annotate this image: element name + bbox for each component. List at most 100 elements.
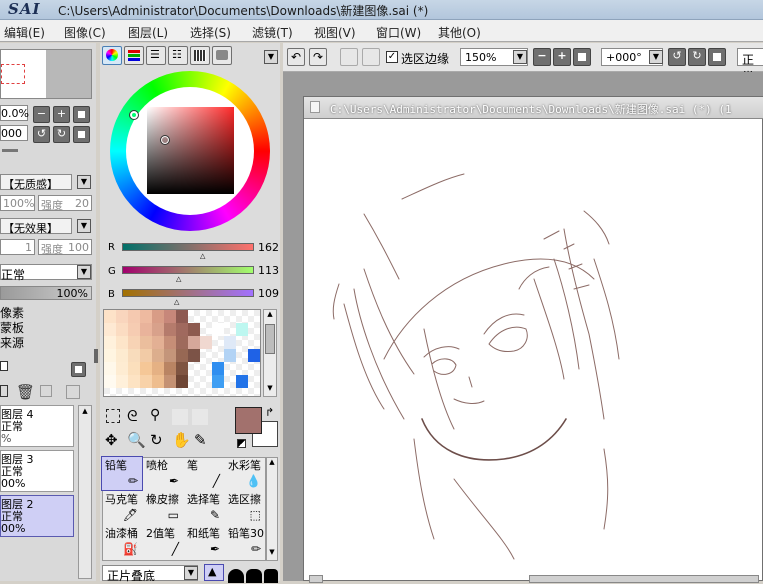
- color-wheel-tab[interactable]: [102, 46, 122, 65]
- menu-layer[interactable]: 图层(L): [128, 24, 168, 41]
- effect-strength-field[interactable]: 强度 100: [38, 239, 92, 256]
- rotate-cw-button[interactable]: ↻: [688, 48, 706, 66]
- option-pixel[interactable]: 像素: [0, 306, 24, 321]
- scratchpad-tab[interactable]: [212, 46, 232, 65]
- selection-edge-checkbox[interactable]: ✓: [386, 51, 398, 63]
- trash-icon[interactable]: 🗑: [16, 383, 35, 401]
- blue-slider-thumb[interactable]: △: [174, 298, 179, 306]
- swatch[interactable]: [164, 375, 176, 388]
- swatch[interactable]: [212, 375, 224, 388]
- zoom-reset-button[interactable]: [573, 48, 591, 66]
- nav-rotate-reset-button[interactable]: [73, 126, 90, 143]
- layer-scrollbar[interactable]: ▲: [78, 405, 92, 579]
- menu-other[interactable]: 其他(O): [438, 24, 481, 41]
- swatch[interactable]: [164, 349, 176, 362]
- brush-shape-triangle[interactable]: ▲: [204, 564, 224, 581]
- swatch-grid-tab[interactable]: [190, 46, 210, 65]
- swatch[interactable]: [164, 362, 176, 375]
- navigator-preview[interactable]: [0, 49, 92, 99]
- nav-zoom-in-button[interactable]: +: [53, 106, 70, 123]
- menu-select[interactable]: 选择(S): [190, 24, 231, 41]
- rotate-reset-button[interactable]: [708, 48, 726, 66]
- swatch[interactable]: [104, 375, 116, 388]
- swatch[interactable]: [200, 349, 212, 362]
- deselect-button[interactable]: [340, 48, 358, 66]
- swatch[interactable]: [128, 362, 140, 375]
- nav-rotate-left-button[interactable]: ↺: [33, 126, 50, 143]
- swatch[interactable]: [104, 362, 116, 375]
- menu-window[interactable]: 窗口(W): [376, 24, 421, 41]
- swatch[interactable]: [164, 310, 176, 323]
- lasso-icon[interactable]: ᘓ: [127, 407, 138, 425]
- swatch[interactable]: [116, 375, 128, 388]
- swatch[interactable]: [116, 349, 128, 362]
- swatch[interactable]: [236, 362, 248, 375]
- brush-tool-5[interactable]: 马克笔 🖊: [102, 491, 142, 524]
- rotate-icon[interactable]: ↻: [150, 431, 163, 449]
- h-scroll-thumb[interactable]: [529, 575, 759, 583]
- swatch[interactable]: [248, 362, 260, 375]
- swatch[interactable]: [200, 336, 212, 349]
- zoom-in-button[interactable]: +: [553, 48, 571, 66]
- layer-option-button[interactable]: [71, 362, 86, 377]
- redo-button[interactable]: ↷: [309, 48, 327, 66]
- swatch[interactable]: [140, 349, 152, 362]
- swatch[interactable]: [152, 375, 164, 388]
- swatch[interactable]: [236, 310, 248, 323]
- green-slider-thumb[interactable]: △: [176, 275, 181, 283]
- foreground-color-swatch[interactable]: [235, 407, 262, 434]
- brush-blend-dropdown-icon[interactable]: ▼: [184, 566, 198, 580]
- swatch[interactable]: [104, 349, 116, 362]
- swatch[interactable]: [224, 310, 236, 323]
- swap-colors-icon[interactable]: ↱: [265, 406, 274, 419]
- zoom-out-button[interactable]: −: [533, 48, 551, 66]
- swatch[interactable]: [248, 323, 260, 336]
- hand-icon[interactable]: ✋: [172, 431, 191, 449]
- swatch[interactable]: [176, 323, 188, 336]
- brush-tool-7[interactable]: 选择笔 ✎: [184, 491, 224, 524]
- brush-tool-9[interactable]: 油漆桶 ⛽: [102, 525, 142, 558]
- layer-opacity-slider[interactable]: 100%: [0, 286, 92, 300]
- swatch[interactable]: [248, 336, 260, 349]
- menu-view[interactable]: 视图(V): [314, 24, 356, 41]
- new-layer-icon[interactable]: [0, 385, 8, 397]
- brush-tool-8[interactable]: 选区擦 ⬚: [225, 491, 265, 524]
- nav-zoom-reset-button[interactable]: [73, 106, 90, 123]
- folder-icon[interactable]: [0, 361, 8, 371]
- menu-edit[interactable]: 编辑(E): [4, 24, 45, 41]
- rotate-ccw-button[interactable]: ↺: [668, 48, 686, 66]
- brush-tool-1[interactable]: 铅笔 ✏: [101, 456, 143, 491]
- brush-tool-2[interactable]: 喷枪 ✒: [143, 457, 183, 490]
- swatch[interactable]: [188, 336, 200, 349]
- swatch[interactable]: [188, 323, 200, 336]
- green-slider[interactable]: [122, 266, 254, 274]
- swatch[interactable]: [200, 310, 212, 323]
- swatch[interactable]: [236, 349, 248, 362]
- swatch[interactable]: [236, 323, 248, 336]
- reset-colors-icon[interactable]: [237, 439, 246, 448]
- layer-item-4[interactable]: 图层 4 正常 %: [0, 405, 74, 447]
- swatch[interactable]: [248, 375, 260, 388]
- swatch[interactable]: [212, 349, 224, 362]
- brush-scrollbar[interactable]: ▲ ▼: [266, 457, 278, 561]
- swatch[interactable]: [236, 375, 248, 388]
- layer-mask-icon[interactable]: [66, 385, 80, 399]
- swatch[interactable]: [116, 310, 128, 323]
- zoom-dropdown-icon[interactable]: ▼: [513, 50, 527, 64]
- swatch[interactable]: [128, 349, 140, 362]
- panel-grip[interactable]: [2, 149, 18, 152]
- hue-marker[interactable]: [129, 110, 139, 120]
- merge-down-icon[interactable]: [40, 385, 52, 397]
- eyedropper-icon[interactable]: ✎: [194, 431, 207, 449]
- swatch[interactable]: [248, 349, 260, 362]
- swatch[interactable]: [128, 375, 140, 388]
- menu-image[interactable]: 图像(C): [64, 24, 106, 41]
- swatch[interactable]: [212, 323, 224, 336]
- brush-tool-3[interactable]: 笔 ╱: [184, 457, 224, 490]
- swatch[interactable]: [200, 362, 212, 375]
- navigator-viewport[interactable]: [1, 64, 25, 84]
- swatch[interactable]: [188, 362, 200, 375]
- swatch-bar-tab[interactable]: ☷: [168, 46, 188, 65]
- blue-slider[interactable]: [122, 289, 254, 297]
- swatch[interactable]: [224, 323, 236, 336]
